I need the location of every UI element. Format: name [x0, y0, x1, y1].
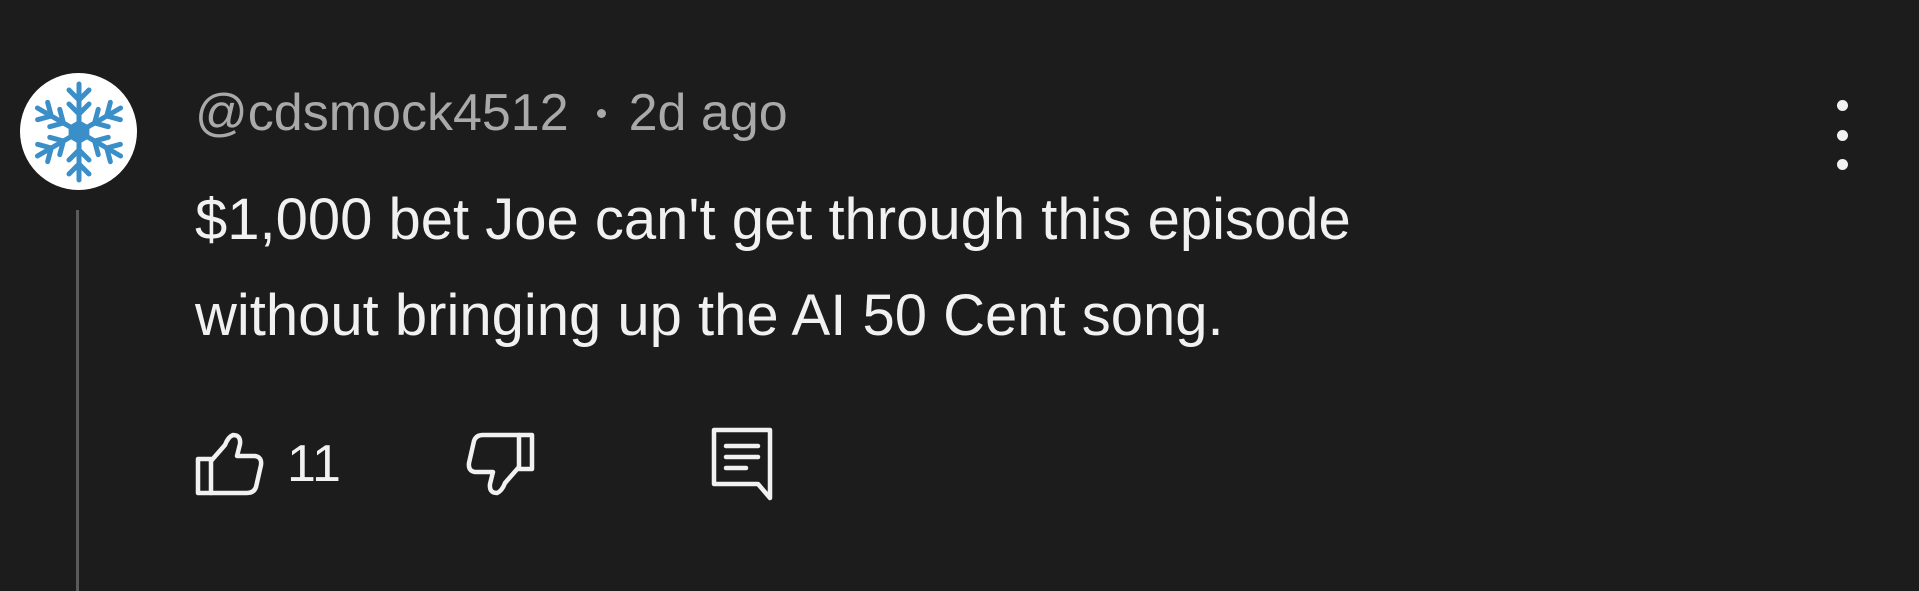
dislike-button[interactable] — [465, 424, 535, 504]
more-options-button[interactable] — [1820, 100, 1864, 170]
separator-dot — [596, 108, 606, 118]
more-vertical-icon — [1836, 100, 1848, 111]
thumbs-down-icon — [466, 432, 535, 496]
reply-icon — [711, 427, 773, 501]
avatar[interactable] — [20, 73, 137, 190]
thread-line — [76, 210, 79, 591]
reply-button[interactable] — [710, 424, 774, 504]
snowflake-icon — [24, 81, 134, 187]
more-vertical-icon-dot — [1836, 159, 1848, 170]
like-button[interactable]: 11 — [195, 424, 341, 504]
comment-text: $1,000 bet Joe can't get through this ep… — [195, 187, 1351, 348]
thumbs-up-icon — [195, 432, 264, 496]
more-vertical-icon-dot — [1836, 129, 1848, 141]
comment-meta: @cdsmock4512 2d ago — [195, 82, 788, 144]
timestamp: 2d ago — [628, 84, 788, 142]
username[interactable]: @cdsmock4512 — [195, 83, 569, 143]
like-count: 11 — [287, 435, 341, 493]
comment: @cdsmock4512 2d ago $1,000 bet Joe can't… — [0, 0, 1919, 591]
